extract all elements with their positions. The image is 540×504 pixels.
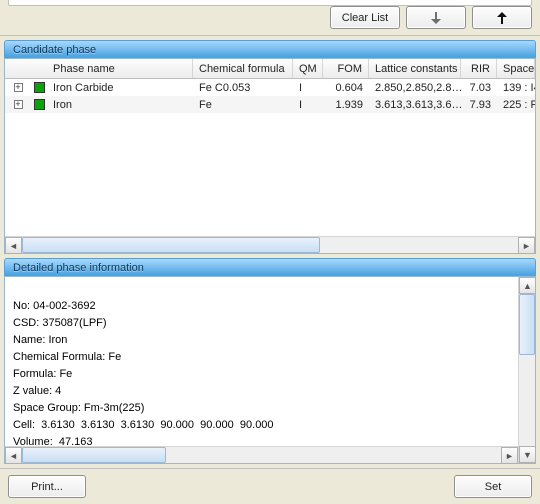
detail-scroll-thumb[interactable] [22,447,166,463]
color-swatch [34,99,45,110]
col-header-name[interactable]: Phase name [47,59,193,78]
col-header-sg[interactable]: Space grou [497,59,535,78]
detail-scroll-left-button[interactable]: ◄ [5,447,22,464]
candidate-table-header: Phase name Chemical formula QM FOM Latti… [5,59,535,79]
table-row[interactable]: + Iron CarbideFe C0.053I0.6042.850,2.850,… [5,79,535,96]
detail-text: No: 04-002-3692 CSD: 375087(LPF) Name: I… [5,277,518,463]
table-row[interactable]: + IronFeI1.9393.613,3.613,3.6…7.93225 : F… [5,96,535,113]
cell-fom: 0.604 [323,79,369,96]
col-header-fom[interactable]: FOM [323,59,369,78]
detail-hscrollbar[interactable]: ◄ ► [5,446,518,463]
cell-lattice: 3.613,3.613,3.6… [369,96,461,113]
color-swatch [34,82,45,93]
clear-list-button[interactable]: Clear List [330,6,400,29]
cell-name: Iron [47,96,193,113]
print-button[interactable]: Print... [8,475,86,498]
cell-lattice: 2.850,2.850,2.8… [369,79,461,96]
cell-chem: Fe C0.053 [193,79,293,96]
scroll-up-button[interactable]: ▲ [519,277,536,294]
set-button[interactable]: Set [454,475,532,498]
cell-fom: 1.939 [323,96,369,113]
cell-sg: 139 : I4/mm [497,79,535,96]
cell-qm: I [293,96,323,113]
detail-panel: No: 04-002-3692 CSD: 375087(LPF) Name: I… [4,276,536,464]
expand-button[interactable]: + [14,100,23,109]
col-header-chem[interactable]: Chemical formula [193,59,293,78]
arrow-up-icon [494,11,510,25]
cell-rir: 7.03 [461,79,497,96]
detail-scroll-right-button[interactable]: ► [501,447,518,464]
cell-rir: 7.93 [461,96,497,113]
detail-header: Detailed phase information [4,258,536,276]
col-header-qm[interactable]: QM [293,59,323,78]
candidate-hscrollbar[interactable]: ◄ ► [5,236,535,253]
detail-vscrollbar[interactable]: ▲ ▼ [518,277,535,463]
arrow-down-icon [428,11,444,25]
candidate-phase-header: Candidate phase [4,40,536,58]
vscroll-thumb[interactable] [519,294,535,355]
scroll-right-button[interactable]: ► [518,237,535,254]
scroll-down-button[interactable]: ▼ [519,446,536,463]
expand-button[interactable]: + [14,83,23,92]
cell-sg: 225 : Fm-3m [497,96,535,113]
candidate-phase-panel: Phase name Chemical formula QM FOM Latti… [4,58,536,254]
scroll-left-button[interactable]: ◄ [5,237,22,254]
move-down-button[interactable] [406,6,466,29]
col-header-rir[interactable]: RIR [461,59,497,78]
move-up-button[interactable] [472,6,532,29]
cell-chem: Fe [193,96,293,113]
cell-qm: I [293,79,323,96]
scroll-thumb[interactable] [22,237,320,253]
cell-name: Iron Carbide [47,79,193,96]
col-header-lattice[interactable]: Lattice constants [369,59,461,78]
